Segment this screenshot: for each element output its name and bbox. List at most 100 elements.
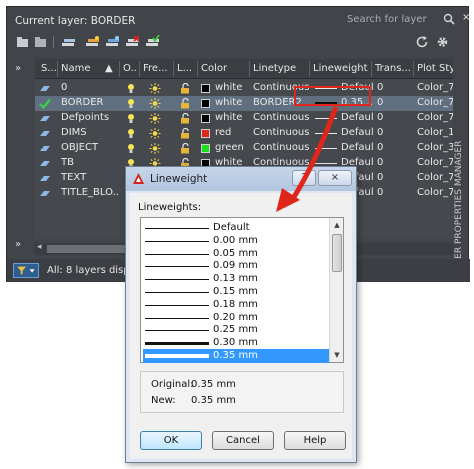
layer-color[interactable]: white (215, 82, 249, 93)
layer-plot-style[interactable]: Color_7 (417, 157, 453, 168)
layer-row[interactable]: OBJECT green Continuous Default 0 Color_3 (35, 141, 453, 156)
sun-thaw-icon[interactable] (149, 128, 161, 139)
help-button[interactable]: Help (284, 431, 346, 450)
invert-filter-button[interactable] (13, 263, 39, 278)
color-swatch[interactable] (201, 114, 210, 123)
layer-color[interactable]: red (215, 127, 249, 138)
col-color[interactable]: Color (201, 63, 247, 74)
color-swatch[interactable] (201, 99, 210, 108)
layer-transparency[interactable]: 0 (377, 127, 407, 138)
layer-color[interactable]: white (215, 112, 249, 123)
search-icon (443, 13, 455, 25)
set-current-icon[interactable] (145, 35, 160, 49)
layer-transparency[interactable]: 0 (377, 97, 407, 108)
layer-plot-style[interactable]: Color_7 (417, 97, 453, 108)
layer-linetype[interactable]: Continuous (253, 127, 309, 138)
new-layer-icon[interactable] (85, 35, 100, 49)
layer-transparency[interactable]: 0 (377, 82, 407, 93)
layer-name[interactable]: Defpoints (61, 112, 119, 123)
layer-lineweight[interactable]: Default (341, 142, 373, 153)
layer-transparency[interactable]: 0 (377, 142, 407, 153)
lightbulb-on-icon[interactable] (125, 128, 137, 139)
layer-linetype[interactable]: Continuous (253, 112, 309, 123)
ok-button[interactable]: OK (140, 431, 202, 450)
color-swatch[interactable] (201, 84, 210, 93)
dialog-titlebar[interactable]: Lineweight ? × (126, 167, 356, 191)
layer-name[interactable]: BORDER (61, 97, 119, 108)
cancel-button[interactable]: Cancel (212, 431, 274, 450)
refresh-icon[interactable] (415, 35, 430, 49)
lightbulb-on-icon[interactable] (125, 113, 137, 124)
dialog-help-icon[interactable]: ? (292, 170, 316, 186)
lineweight-option[interactable]: 0.35 mm (143, 349, 329, 363)
scroll-left-icon[interactable]: ◂ (37, 242, 42, 252)
layer-states-manager-icon[interactable] (61, 35, 76, 49)
color-swatch[interactable] (201, 144, 210, 153)
layer-lineweight[interactable]: Default (341, 127, 373, 138)
lineweights-listbox[interactable]: Default 0.00 mm 0.05 mm 0.09 mm 0.13 mm 0.15 … (140, 217, 344, 363)
lightbulb-on-icon[interactable] (125, 143, 137, 154)
expand-filter-tree-bottom-icon[interactable]: » (15, 239, 21, 250)
new-layer-frozen-icon[interactable] (105, 35, 120, 49)
sun-thaw-icon[interactable] (149, 143, 161, 154)
layer-plot-style[interactable]: Color_7 (417, 187, 453, 198)
layer-search-input[interactable]: Search for layer (347, 13, 455, 28)
list-vertical-scrollbar[interactable]: ▲ ▼ (329, 218, 343, 362)
layer-transparency[interactable]: 0 (377, 112, 407, 123)
lineweight-option-label: 0.30 mm (213, 337, 258, 349)
scroll-down-icon[interactable]: ▼ (330, 348, 344, 362)
layer-icon (40, 146, 50, 151)
palette-close-icon[interactable]: × (462, 12, 470, 23)
layer-color[interactable]: white (215, 97, 249, 108)
col-lock[interactable]: L... (177, 63, 193, 74)
layer-plot-style[interactable]: Color_7 (417, 172, 453, 183)
layer-lineweight[interactable]: Default (341, 112, 373, 123)
layer-row[interactable]: DIMS red Continuous Default 0 Color_1 (35, 126, 453, 141)
layer-name[interactable]: TB (61, 157, 119, 168)
unlock-icon[interactable] (179, 128, 191, 139)
lightbulb-on-icon[interactable] (125, 98, 137, 109)
new-property-filter-icon[interactable] (15, 35, 30, 49)
col-lineweight[interactable]: Lineweight (313, 63, 371, 74)
layer-linetype[interactable]: Continuous (253, 142, 309, 153)
layer-row[interactable]: Defpoints white Continuous Default 0 Color_7 (35, 111, 453, 126)
layer-name[interactable]: OBJECT (61, 142, 119, 153)
unlock-icon[interactable] (179, 98, 191, 109)
unlock-icon[interactable] (179, 83, 191, 94)
layer-plot-style[interactable]: Color_3 (417, 142, 453, 153)
sun-thaw-icon[interactable] (149, 98, 161, 109)
layer-name[interactable]: 0 (61, 82, 119, 93)
expand-filter-tree-icon[interactable]: » (15, 63, 21, 74)
sun-thaw-icon[interactable] (149, 83, 161, 94)
settings-gear-icon[interactable] (435, 35, 450, 49)
unlock-icon[interactable] (179, 143, 191, 154)
layer-name[interactable]: DIMS (61, 127, 119, 138)
scroll-up-icon[interactable]: ▲ (330, 218, 344, 232)
layer-row[interactable]: BORDER white BORDER2 0.35... 0 Color_7 (35, 96, 453, 111)
layer-plot-style[interactable]: Color_7 (417, 82, 453, 93)
layer-name[interactable]: TITLE_BLO... (61, 187, 119, 198)
layer-color[interactable]: green (215, 142, 249, 153)
col-plot-style[interactable]: Plot Styl (417, 63, 453, 74)
sun-thaw-icon[interactable] (149, 113, 161, 124)
layer-transparency[interactable]: 0 (377, 187, 407, 198)
delete-layer-icon[interactable] (125, 35, 140, 49)
layer-transparency[interactable]: 0 (377, 157, 407, 168)
layer-row[interactable]: 0whiteContinuousDefault0Color_7 (35, 81, 453, 96)
col-transparency[interactable]: Trans... (375, 63, 411, 74)
layer-transparency[interactable]: 0 (377, 172, 407, 183)
color-swatch[interactable] (201, 129, 210, 138)
layer-plot-style[interactable]: Color_7 (417, 112, 453, 123)
new-group-filter-icon[interactable] (33, 35, 48, 49)
dialog-close-icon[interactable]: × (318, 170, 352, 186)
col-on[interactable]: O... (123, 63, 137, 74)
col-freeze[interactable]: Fre... (143, 63, 169, 74)
lineweight-preview (315, 163, 337, 164)
list-scroll-thumb[interactable] (332, 234, 342, 272)
col-linetype[interactable]: Linetype (253, 63, 309, 74)
layer-plot-style[interactable]: Color_1 (417, 127, 453, 138)
col-status[interactable]: S... (41, 63, 57, 74)
layer-name[interactable]: TEXT (61, 172, 119, 183)
lightbulb-on-icon[interactable] (125, 83, 137, 94)
unlock-icon[interactable] (179, 113, 191, 124)
